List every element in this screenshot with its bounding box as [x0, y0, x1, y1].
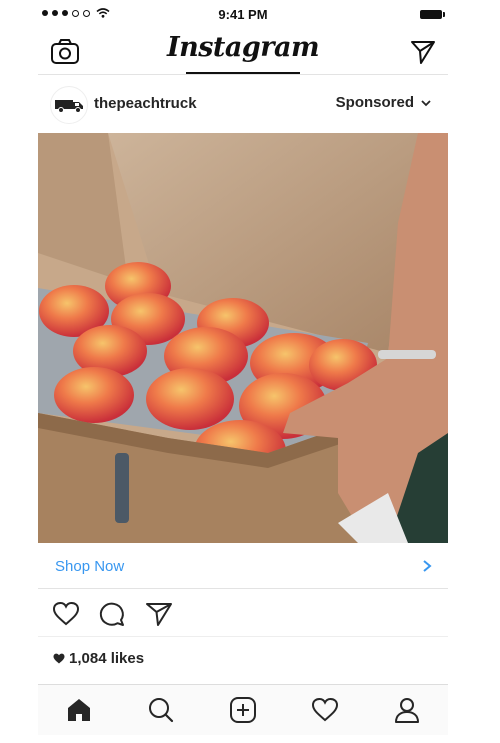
- direct-message-icon[interactable]: [410, 39, 436, 65]
- home-icon[interactable]: [65, 696, 93, 724]
- post-header: thepeachtruck Sponsored: [38, 76, 448, 132]
- comment-icon[interactable]: [98, 600, 126, 628]
- chevron-right-icon: [423, 560, 432, 572]
- brand-underline: [186, 72, 300, 74]
- truck-logo-icon: [55, 100, 83, 113]
- likes-label: 1,084 likes: [69, 650, 145, 667]
- chevron-down-icon: [421, 99, 431, 106]
- status-bar: 9:41 PM: [38, 0, 448, 30]
- avatar[interactable]: [50, 86, 88, 124]
- top-nav: Instagram: [38, 30, 448, 75]
- share-icon[interactable]: [145, 600, 173, 628]
- post-username[interactable]: thepeachtruck: [94, 95, 197, 112]
- bottom-tab-bar: [38, 684, 448, 735]
- search-icon[interactable]: [147, 696, 175, 724]
- likes-count[interactable]: 1,084 likes: [53, 650, 144, 667]
- phone-screen: 9:41 PM Instagram thepeachtruck Sponsore…: [38, 0, 448, 743]
- heart-icon: [53, 653, 65, 664]
- battery-icon: [420, 10, 445, 19]
- profile-icon[interactable]: [393, 696, 421, 724]
- sponsored-label: Sponsored: [335, 94, 414, 111]
- post-actions: [38, 592, 448, 637]
- status-time: 9:41 PM: [218, 7, 268, 22]
- add-post-icon[interactable]: [229, 696, 257, 724]
- peach-box-photo: [38, 133, 448, 543]
- activity-heart-icon[interactable]: [311, 696, 339, 724]
- shop-now-button[interactable]: Shop Now: [55, 558, 124, 575]
- heart-icon[interactable]: [52, 600, 80, 628]
- instagram-logo: Instagram: [166, 32, 320, 63]
- shop-now-row[interactable]: Shop Now: [38, 546, 448, 589]
- sponsored-menu[interactable]: Sponsored: [336, 94, 432, 111]
- post-image[interactable]: [38, 133, 448, 543]
